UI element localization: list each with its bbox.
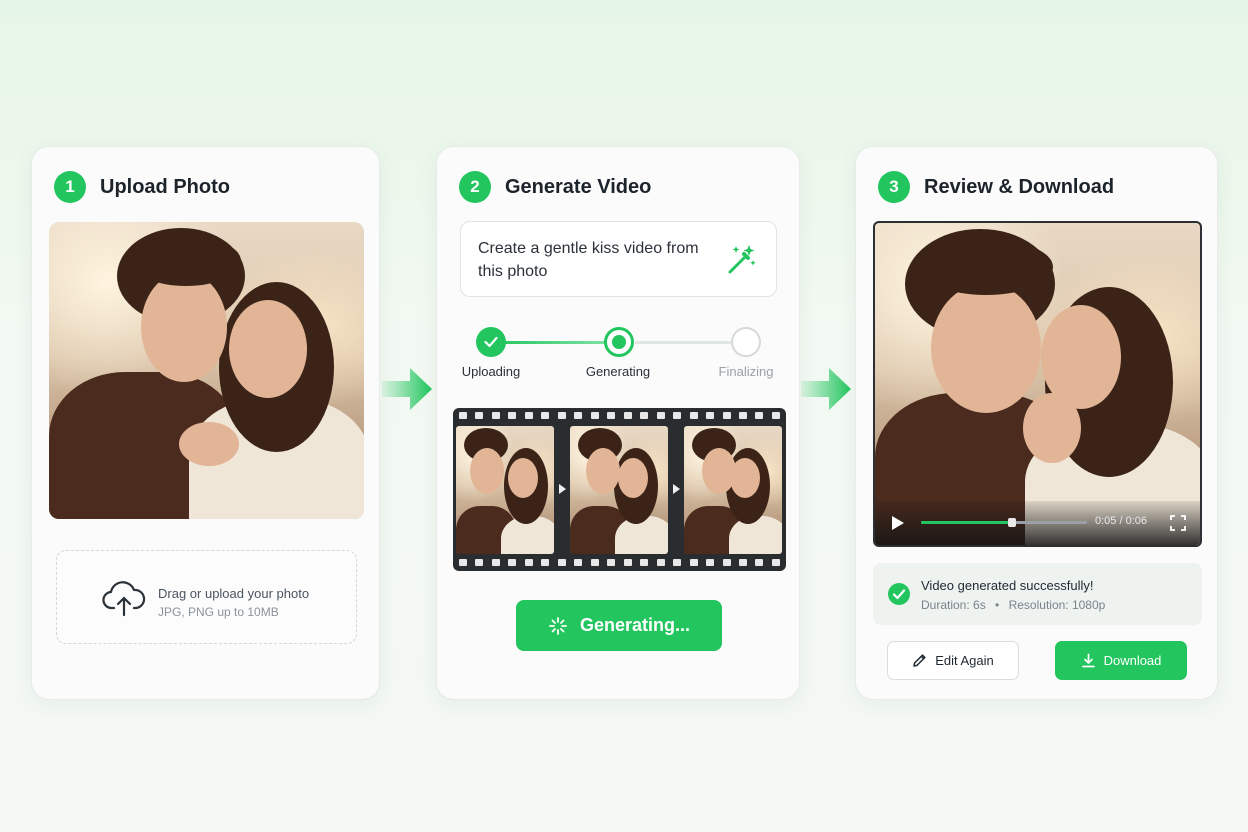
step-title: Generate Video <box>505 175 652 198</box>
edit-again-button[interactable]: Edit Again <box>887 641 1019 680</box>
success-title: Video generated successfully! <box>921 578 1094 593</box>
progress-label-finalizing: Finalizing <box>718 364 774 379</box>
upload-photo-card: 1 Upload Photo Drag or upload your photo… <box>31 146 380 700</box>
step-title: Upload Photo <box>100 175 230 198</box>
play-icon[interactable] <box>891 515 905 531</box>
generate-video-card: 2 Generate Video Create a gentle kiss vi… <box>436 146 800 700</box>
step-number-badge: 3 <box>878 171 910 203</box>
video-player[interactable]: 0:05 / 0:06 <box>873 221 1202 547</box>
magic-wand-icon[interactable] <box>724 242 758 276</box>
film-perforations <box>459 412 780 420</box>
prompt-input[interactable]: Create a gentle kiss video from this pho… <box>460 221 777 297</box>
generate-button[interactable]: Generating... <box>516 600 722 651</box>
sparkle-icon <box>549 616 567 635</box>
video-controls: 0:05 / 0:06 <box>875 501 1200 545</box>
progress-label-uploading: Uploading <box>461 364 521 379</box>
video-duration: Duration: 6s <box>921 598 986 612</box>
prompt-text: Create a gentle kiss video from this pho… <box>478 240 699 280</box>
progress-step-generating <box>604 327 634 357</box>
upload-dropzone[interactable]: Drag or upload your photo JPG, PNG up to… <box>56 550 357 644</box>
video-frame-2 <box>570 426 668 554</box>
video-seek-bar[interactable] <box>921 518 1087 527</box>
video-seek-progress <box>921 521 1013 524</box>
progress-line-complete <box>491 341 605 344</box>
video-resolution: Resolution: 1080p <box>1008 598 1106 612</box>
upload-instruction: Drag or upload your photo <box>158 586 310 601</box>
generate-button-label: Generating... <box>579 615 691 635</box>
film-perforations <box>459 559 780 567</box>
step-title: Review & Download <box>924 175 1115 198</box>
meta-separator: • <box>995 598 1000 612</box>
video-frame-3 <box>684 426 782 554</box>
download-icon <box>1081 653 1095 668</box>
flow-arrow-icon <box>382 368 432 410</box>
step-header: 1 Upload Photo <box>54 171 230 203</box>
step-header: 2 Generate Video <box>459 171 651 203</box>
review-download-card: 3 Review & Download 0:05 / 0:06 Video ge… <box>855 146 1218 700</box>
video-time: 0:05 / 0:06 <box>1095 515 1147 527</box>
progress-step-finalizing <box>731 327 761 357</box>
success-message: Video generated successfully! Duration: … <box>873 563 1202 625</box>
uploaded-photo-preview <box>49 222 364 519</box>
pencil-icon <box>913 654 926 667</box>
frame-play-marker <box>673 484 680 494</box>
progress-line-pending <box>635 341 743 344</box>
upload-file-types: JPG, PNG up to 10MB <box>158 605 279 619</box>
video-frame-1 <box>456 426 554 554</box>
check-icon <box>484 336 498 348</box>
step-number-badge: 1 <box>54 171 86 203</box>
fullscreen-icon[interactable] <box>1170 515 1186 531</box>
flow-arrow-icon <box>801 368 851 410</box>
video-frames-filmstrip <box>453 408 786 571</box>
step-header: 3 Review & Download <box>878 171 1114 203</box>
frame-play-marker <box>559 484 566 494</box>
download-button[interactable]: Download <box>1055 641 1187 680</box>
download-label: Download <box>1103 653 1162 668</box>
step-number-badge: 2 <box>459 171 491 203</box>
progress-step-uploading <box>476 327 506 357</box>
progress-label-generating: Generating <box>585 364 651 379</box>
video-metadata: Duration: 6s • Resolution: 1080p <box>921 598 1105 612</box>
upload-cloud-icon <box>102 581 146 617</box>
edit-again-label: Edit Again <box>935 653 994 668</box>
check-circle-icon <box>888 583 910 605</box>
video-seek-handle[interactable] <box>1008 518 1017 527</box>
